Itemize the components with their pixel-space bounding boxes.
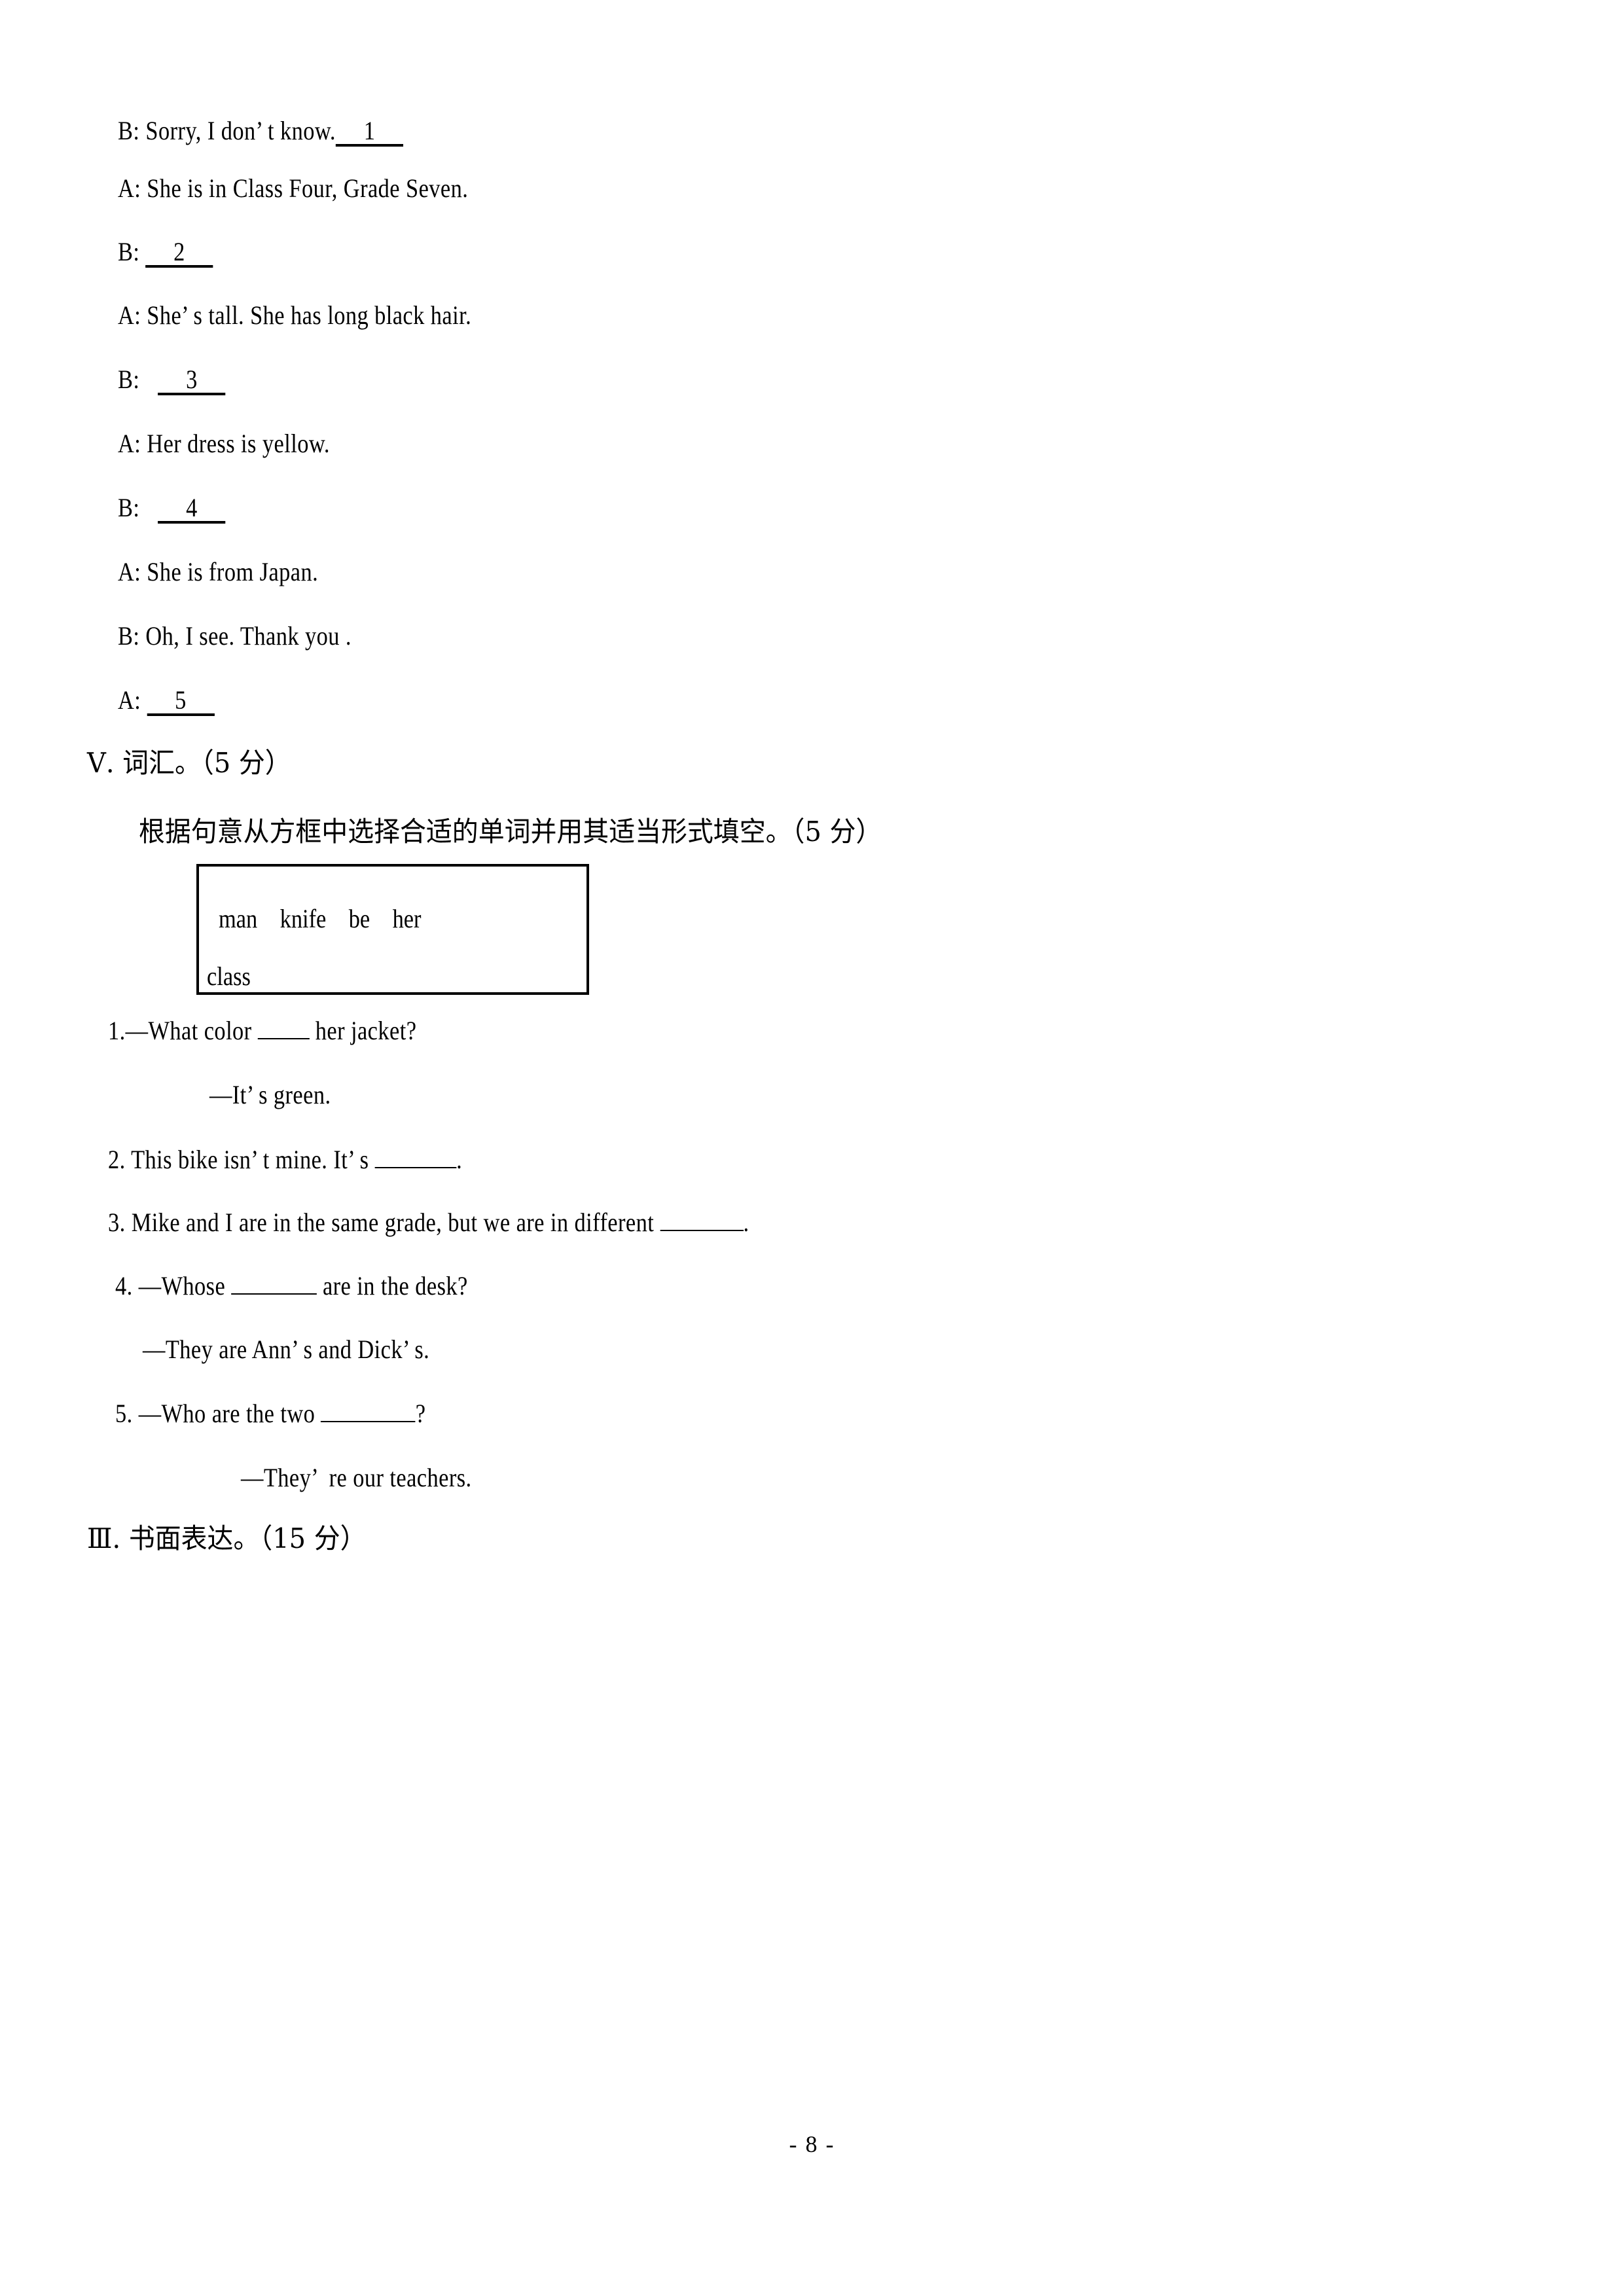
word-bank-row: man knife be her bbox=[219, 904, 422, 933]
dialogue-text: She is from Japan. bbox=[147, 557, 319, 586]
vocab-question: 3. Mike and I are in the same grade, but… bbox=[108, 1210, 749, 1236]
dialogue-speaker: A: bbox=[118, 685, 147, 715]
dialogue-text: Oh, I see. Thank you . bbox=[145, 621, 352, 651]
dialogue-text: Her dress is yellow. bbox=[147, 429, 330, 458]
dialogue-speaker: A: bbox=[118, 173, 147, 203]
dialogue-blank-1[interactable]: 1 bbox=[335, 118, 404, 147]
dialogue-speaker: A: bbox=[118, 557, 147, 586]
word-bank-box: man knife be her class bbox=[196, 864, 589, 995]
answer-blank-q2[interactable] bbox=[374, 1167, 457, 1168]
dialogue-line: A: Her dress is yellow. bbox=[118, 431, 330, 457]
answer-blank-q1[interactable] bbox=[257, 1038, 310, 1039]
question-number: 5. bbox=[115, 1399, 139, 1428]
dialogue-speaker: A: bbox=[118, 429, 147, 458]
question-text: —What color bbox=[125, 1016, 258, 1045]
vocab-answer: —They’ re our teachers. bbox=[241, 1463, 472, 1492]
dialogue-line: B: 4 bbox=[118, 495, 226, 524]
vocab-section-heading: Ⅴ. 词汇。（5 分） bbox=[87, 747, 291, 779]
question-text: —Who are the two bbox=[138, 1399, 321, 1428]
dialogue-speaker: B: bbox=[118, 237, 146, 266]
question-text: —Whose bbox=[138, 1271, 232, 1300]
word-bank-row: class bbox=[207, 961, 251, 991]
dialogue-blank-5[interactable]: 5 bbox=[147, 687, 215, 716]
dialogue-speaker: A: bbox=[118, 300, 147, 330]
dialogue-blank-3[interactable]: 3 bbox=[158, 367, 226, 395]
vocab-question: 5. —Who are the two ? bbox=[115, 1401, 425, 1427]
page-footer: - 8 - bbox=[789, 2131, 835, 2157]
dialogue-line: A: 5 bbox=[118, 685, 215, 716]
answer-blank-q3[interactable] bbox=[660, 1230, 744, 1231]
question-text: . bbox=[456, 1145, 463, 1174]
dialogue-line: A: She is from Japan. bbox=[118, 559, 318, 585]
dialogue-text: She’ s tall. She has long black hair. bbox=[147, 300, 472, 330]
question-text: This bike isn’ t mine. It’ s bbox=[131, 1145, 375, 1174]
dialogue-speaker: B: bbox=[118, 116, 146, 145]
question-number: 4. bbox=[115, 1271, 139, 1300]
question-text: are in the desk? bbox=[316, 1271, 468, 1300]
dialogue-text: She is in Class Four, Grade Seven. bbox=[147, 173, 469, 203]
dialogue-text: Sorry, I don’ t know. bbox=[145, 116, 336, 145]
dialogue-blank-4[interactable]: 4 bbox=[158, 495, 226, 524]
question-text: . bbox=[743, 1208, 749, 1237]
dialogue-line: B: Sorry, I don’ t know. 1 bbox=[118, 116, 404, 147]
dialogue-line: B: 2 bbox=[118, 239, 213, 268]
question-number: 3. bbox=[108, 1208, 132, 1237]
exam-page: B: Sorry, I don’ t know. 1 A: She is in C… bbox=[0, 0, 1624, 2296]
vocab-question: 1.—What color her jacket? bbox=[108, 1018, 416, 1044]
answer-blank-q4[interactable] bbox=[231, 1293, 317, 1295]
dialogue-speaker: B: bbox=[118, 365, 146, 394]
dialogue-blank-2[interactable]: 2 bbox=[145, 239, 213, 268]
writing-section-heading: Ⅲ. 书面表达。（15 分） bbox=[87, 1522, 367, 1554]
question-text: ? bbox=[415, 1399, 426, 1428]
question-text: Mike and I are in the same grade, but we… bbox=[131, 1208, 660, 1237]
vocab-answer: —They are Ann’ s and Dick’ s. bbox=[143, 1335, 430, 1364]
question-number: 2. bbox=[108, 1145, 132, 1174]
vocab-answer: —It’ s green. bbox=[209, 1080, 331, 1109]
vocab-question: 2. This bike isn’ t mine. It’ s . bbox=[108, 1147, 462, 1173]
dialogue-line: A: She is in Class Four, Grade Seven. bbox=[118, 175, 468, 202]
dialogue-line: B: Oh, I see. Thank you . bbox=[118, 623, 352, 649]
answer-blank-q5[interactable] bbox=[321, 1421, 416, 1422]
question-text: her jacket? bbox=[309, 1016, 417, 1045]
dialogue-line: B: 3 bbox=[118, 367, 226, 395]
vocab-instruction: 根据句意从方框中选择合适的单词并用其适当形式填空。（5 分） bbox=[139, 816, 882, 848]
question-number: 1. bbox=[108, 1016, 126, 1045]
dialogue-line: A: She’ s tall. She has long black hair. bbox=[118, 302, 471, 329]
dialogue-speaker: B: bbox=[118, 493, 146, 522]
vocab-question: 4. —Whose are in the desk? bbox=[115, 1273, 468, 1299]
dialogue-speaker: B: bbox=[118, 621, 146, 651]
